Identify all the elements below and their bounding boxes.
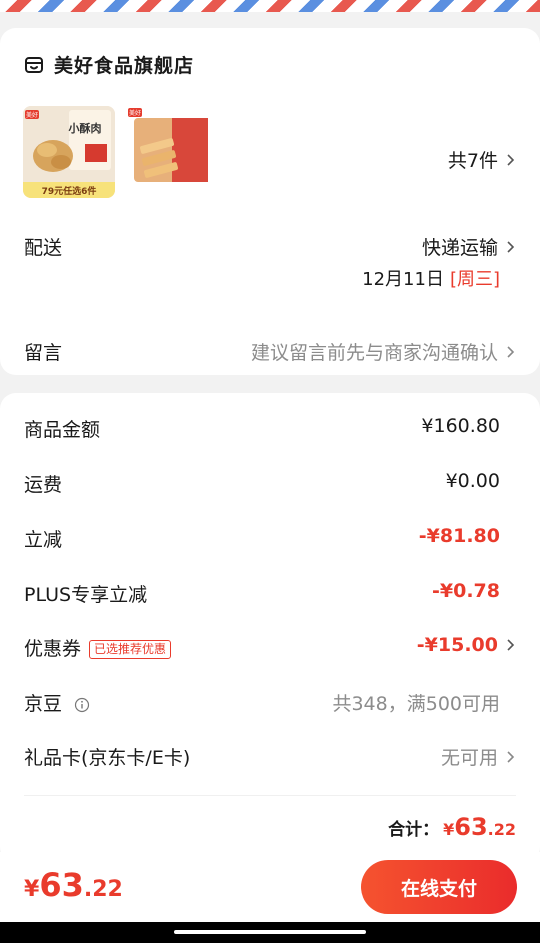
coupon-label: 优惠券 bbox=[24, 638, 82, 660]
product-image-2: 美好 bbox=[126, 106, 218, 198]
total-currency: ¥ bbox=[443, 820, 455, 839]
freight-value: ¥0.00 bbox=[445, 470, 500, 492]
jingdou-row: 共348，满500可用 bbox=[332, 689, 500, 716]
discount-label: 立减 bbox=[24, 529, 63, 551]
coupon-value: -¥15.00 bbox=[416, 634, 498, 656]
total-decimal: .22 bbox=[487, 820, 516, 839]
delivery-method-link[interactable]: 快递运输 bbox=[422, 233, 516, 260]
message-input-link[interactable]: 建议留言前先与商家沟通确认 bbox=[251, 338, 516, 365]
delivery-date-row: 12月11日 [周三] bbox=[362, 265, 500, 291]
product-thumbnail-1[interactable]: 美好 小酥肉 79元任选6件 bbox=[23, 106, 115, 198]
price-card: 商品金额 ¥160.80 运费 ¥0.00 立减 -¥81.80 PLUS专享立… bbox=[0, 393, 540, 863]
product-image-1: 美好 小酥肉 79元任选6件 bbox=[23, 106, 115, 198]
delivery-weekday: [周三] bbox=[449, 269, 500, 290]
total-label: 合计： bbox=[388, 820, 440, 840]
store-icon bbox=[25, 56, 43, 73]
gift-card-label: 礼品卡(京东卡/E卡) bbox=[24, 747, 191, 769]
plus-discount-row: -¥0.78 bbox=[432, 580, 500, 602]
delivery-label: 配送 bbox=[24, 237, 63, 259]
product-title-1: 小酥肉 bbox=[68, 121, 102, 135]
pay-online-button[interactable]: 在线支付 bbox=[361, 860, 517, 914]
freight-label: 运费 bbox=[24, 474, 63, 496]
discount-row: -¥81.80 bbox=[419, 525, 500, 547]
brand-logo-text-1: 美好 bbox=[26, 111, 38, 119]
coupon-link[interactable]: -¥15.00 bbox=[417, 634, 516, 656]
shop-card: 美好食品旗舰店 美好 小酥肉 79元任选6件 美好 共7件 配送 快递运输 12… bbox=[0, 28, 540, 375]
coupon-recommended-tag: 已选推荐优惠 bbox=[89, 640, 172, 659]
discount-value: -¥81.80 bbox=[418, 525, 500, 547]
shop-header[interactable]: 美好食品旗舰店 bbox=[24, 51, 194, 78]
bottom-integer: 63 bbox=[39, 866, 84, 904]
delivery-date: 12月11日 bbox=[362, 269, 444, 290]
divider bbox=[24, 795, 516, 796]
airmail-border bbox=[0, 0, 540, 12]
product-thumbnail-2[interactable]: 美好 bbox=[126, 106, 218, 198]
item-count: 共7件 bbox=[447, 150, 498, 172]
goods-amount-value: ¥160.80 bbox=[421, 415, 500, 437]
info-icon[interactable] bbox=[74, 697, 90, 713]
item-count-link[interactable]: 共7件 bbox=[448, 146, 516, 173]
plus-discount-value: -¥0.78 bbox=[432, 580, 500, 602]
delivery-method: 快递运输 bbox=[421, 237, 498, 259]
chevron-right-icon bbox=[507, 240, 515, 253]
jingdou-label-group: 京豆 bbox=[24, 689, 90, 716]
jingdou-value: 共348，满500可用 bbox=[332, 693, 500, 715]
total-row: 合计： ¥ 63 .22 bbox=[388, 813, 516, 841]
home-indicator[interactable] bbox=[174, 930, 366, 934]
bottom-total: ¥ 63 .22 bbox=[24, 866, 123, 904]
brand-logo-text-2: 美好 bbox=[129, 109, 141, 117]
goods-amount-label: 商品金额 bbox=[24, 419, 101, 441]
gift-card-value: 无可用 bbox=[440, 747, 498, 769]
system-nav-bar bbox=[0, 922, 540, 943]
coupon-label-group: 优惠券 已选推荐优惠 bbox=[24, 634, 172, 661]
message-placeholder: 建议留言前先与商家沟通确认 bbox=[250, 342, 498, 364]
gift-card-link[interactable]: 无可用 bbox=[441, 743, 516, 770]
promo-banner-text: 79元任选6件 bbox=[42, 185, 97, 197]
jingdou-label: 京豆 bbox=[24, 693, 63, 715]
checkout-bar: ¥ 63 .22 在线支付 bbox=[0, 852, 540, 922]
chevron-right-icon bbox=[507, 750, 515, 763]
freight-row: ¥0.00 bbox=[446, 470, 500, 492]
chevron-right-icon bbox=[507, 345, 515, 358]
bottom-decimal: .22 bbox=[83, 877, 123, 902]
shop-name: 美好食品旗舰店 bbox=[54, 55, 195, 77]
plus-discount-label: PLUS专享立减 bbox=[24, 584, 148, 606]
total-integer: 63 bbox=[454, 813, 488, 841]
message-label: 留言 bbox=[24, 342, 63, 364]
chevron-right-icon bbox=[507, 153, 515, 166]
chevron-right-icon bbox=[507, 639, 515, 651]
bottom-currency: ¥ bbox=[24, 877, 40, 902]
goods-amount-row: ¥160.80 bbox=[421, 415, 500, 437]
